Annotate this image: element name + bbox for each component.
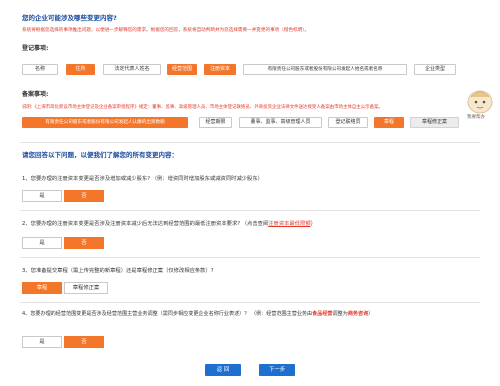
register-item-name[interactable]: 名称 [22, 64, 58, 75]
question-divider [20, 210, 480, 211]
question-4-yes-option[interactable]: 是 [22, 336, 62, 348]
question-3-text: 3、您准备提交章程（需上传完整的新章程）还是章程修正案（仅修改相应条款）? [22, 268, 214, 274]
question-1-text: 1、您要办理的注册资本变更是否涉及增加或减少股东? （例：增资同时增加股东或减资… [22, 176, 263, 182]
food-business-example: 食品经营 [312, 311, 333, 317]
questions-title: 请您回答以下问题，以便我们了解您的所有变更内容： [22, 151, 178, 159]
register-items-label: 登记事项: [22, 45, 49, 52]
filing-items-label: 备案事项: [22, 91, 49, 98]
question-2-text-end: ） [310, 221, 316, 227]
filing-notice: 说明:《上海市简化新设市场主体登记及企业备案审批程序》规定：董事、监事、高级管理… [22, 105, 383, 110]
filing-item-operating-term[interactable]: 经营期限 [199, 117, 232, 128]
question-2-text-main: 2、您要办理的注册资本变更是否涉及注册资本减少后无法达到经营范围的最低注册资本要… [22, 221, 269, 227]
question-3-amendment-option[interactable]: 章程修正案 [64, 282, 108, 294]
filing-item-articles-amendment[interactable]: 章程修正案 [410, 117, 459, 128]
filing-item-articles[interactable]: 章程 [374, 117, 404, 128]
register-item-registered-capital[interactable]: 注册资本 [204, 64, 236, 75]
question-1-yes-option[interactable]: 是 [22, 190, 62, 202]
section-divider [20, 142, 480, 143]
register-item-company-type[interactable]: 企业类型 [414, 64, 456, 75]
section-title-changes: 您的企业可能涉及哪些变更内容? [22, 14, 117, 22]
register-item-legal-rep[interactable]: 法定代表人姓名 [103, 64, 161, 75]
register-item-address[interactable]: 住所 [66, 64, 95, 75]
help-mascot-button[interactable]: 我要帮办 [465, 88, 495, 122]
question-4-text-main: 4、您要办理的经营范围变更是否涉及经营范围主营业务调整（需同步相应变更企业名称行… [22, 311, 313, 317]
question-1-no-option[interactable]: 否 [64, 190, 104, 202]
question-4-text-mid: 调整为 [332, 311, 348, 317]
filing-item-liaison[interactable]: 登记联络员 [328, 117, 368, 128]
question-divider [20, 257, 480, 258]
question-4-text: 4、您要办理的经营范围变更是否涉及经营范围主营业务调整（需同步相应变更企业名称行… [22, 311, 373, 318]
question-4-no-option[interactable]: 否 [64, 336, 104, 348]
capital-minimum-link[interactable]: 注册资本最低限额 [268, 221, 310, 227]
back-button[interactable]: 返 回 [205, 364, 241, 376]
question-2-yes-option[interactable]: 是 [22, 237, 62, 249]
next-step-button[interactable]: 下一步 [259, 364, 295, 376]
selection-notice: 系统将根据您选择的事项推出问题，以便进一步解释您的需求。根据您的回答，系统将自动… [22, 28, 310, 33]
question-3-articles-option[interactable]: 章程 [22, 282, 62, 294]
question-divider [20, 302, 480, 303]
mascot-label: 我要帮办 [467, 115, 485, 120]
question-4-text-end: ） [368, 311, 374, 317]
question-2-text: 2、您要办理的注册资本变更是否涉及注册资本减少后无法达到经营范围的最低注册资本要… [22, 221, 316, 228]
mascot-icon [467, 90, 493, 114]
business-consulting-example: 商务咨询 [347, 311, 369, 317]
register-item-business-scope[interactable]: 经营范围 [167, 64, 197, 75]
register-item-shareholders[interactable]: 有限责任公司股东或者股份有限公司发起人姓名或者名称 [243, 64, 407, 75]
filing-item-capital-contribution[interactable]: 有限责任公司股东或者股份有限公司发起人认缴的出资数额 [22, 117, 188, 128]
question-2-no-option[interactable]: 否 [64, 237, 104, 249]
filing-item-executives[interactable]: 董事、监事、高级管理人员 [239, 117, 322, 128]
